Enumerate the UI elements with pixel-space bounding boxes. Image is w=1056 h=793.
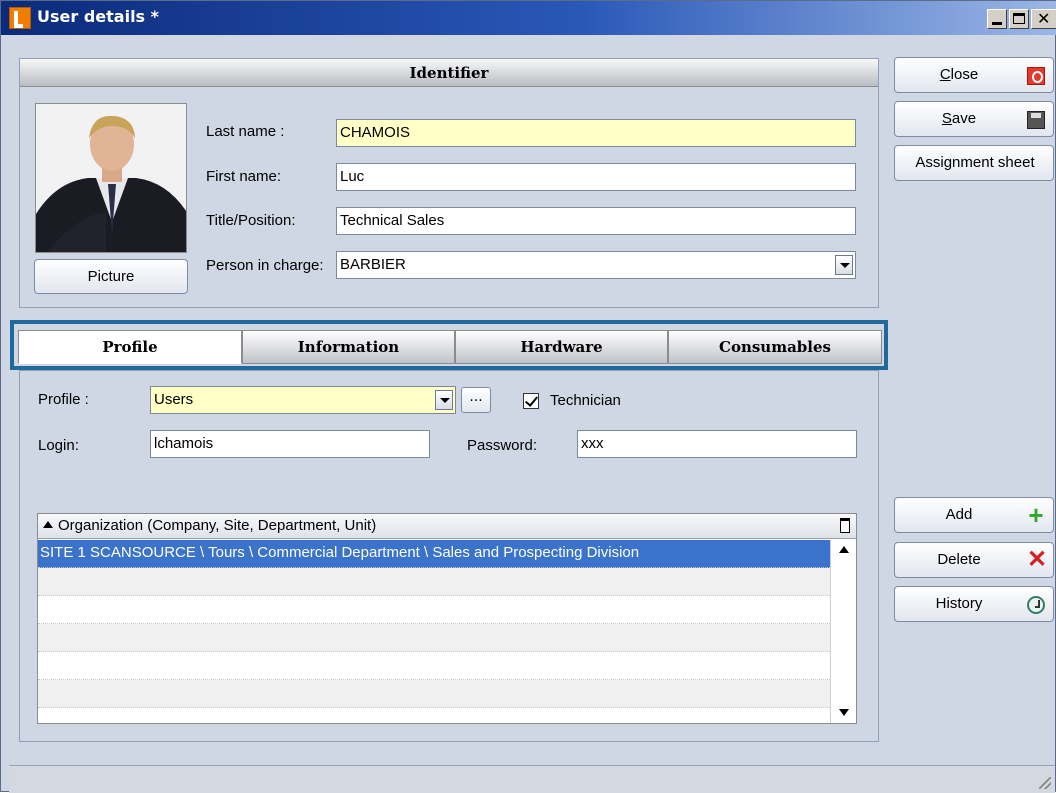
maximize-icon <box>1013 13 1025 24</box>
history-button-label: History <box>935 595 983 612</box>
password-label: Password: <box>467 437 538 454</box>
save-button[interactable]: Save <box>894 101 1054 137</box>
first-name-label: First name: <box>206 168 282 185</box>
title-position-label: Title/Position: <box>206 212 296 229</box>
resize-grip-icon[interactable] <box>1039 777 1051 789</box>
profile-select[interactable]: Users <box>150 386 456 414</box>
login-label: Login: <box>38 437 79 454</box>
table-row[interactable] <box>38 708 830 723</box>
tab-information[interactable]: Information <box>242 330 455 364</box>
table-row[interactable] <box>38 652 830 680</box>
assignment-sheet-label: Assignment sheet <box>915 154 1035 171</box>
technician-checkbox[interactable] <box>523 393 539 409</box>
table-row[interactable]: SITE 1 SCANSOURCE \ Tours \ Commercial D… <box>38 540 830 568</box>
save-button-label: Save <box>895 102 1023 136</box>
portrait-image <box>36 104 186 252</box>
person-in-charge-value: BARBIER <box>340 256 406 273</box>
identifier-header: Identifier <box>20 59 878 87</box>
minimize-button[interactable] <box>987 9 1007 29</box>
title-bar[interactable]: User details * ✕ <box>1 1 1056 35</box>
window-close-button[interactable]: ✕ <box>1031 9 1056 29</box>
person-in-charge-select[interactable]: BARBIER <box>336 251 856 279</box>
user-photo <box>35 103 187 253</box>
scroll-up-icon[interactable] <box>839 546 849 553</box>
tab-bar: Profile Information Hardware Consumables <box>10 320 888 370</box>
close-button[interactable]: Close <box>894 57 1054 93</box>
x-icon: ✕ <box>1027 546 1048 573</box>
delete-button[interactable]: Delete ✕ <box>894 542 1054 578</box>
tab-consumables[interactable]: Consumables <box>668 330 882 364</box>
history-clock-icon <box>1027 596 1045 614</box>
picture-button[interactable]: Picture <box>34 259 188 294</box>
title-position-field[interactable]: Technical Sales <box>336 207 856 235</box>
organization-table: Organization (Company, Site, Department,… <box>37 513 857 724</box>
last-name-field[interactable]: CHAMOIS <box>336 119 856 147</box>
column-chooser-icon[interactable] <box>840 518 850 533</box>
scroll-down-icon[interactable] <box>839 709 849 716</box>
plus-icon: + <box>1028 500 1044 530</box>
organization-rows: SITE 1 SCANSOURCE \ Tours \ Commercial D… <box>38 540 830 723</box>
maximize-button[interactable] <box>1009 9 1029 29</box>
floppy-disk-icon <box>1027 111 1045 129</box>
save-accel-letter: S <box>941 110 952 127</box>
close-button-label: Close <box>895 58 1023 92</box>
close-icon: ✕ <box>1037 9 1051 28</box>
chevron-down-icon[interactable] <box>835 255 853 275</box>
sort-ascending-icon <box>43 521 53 528</box>
table-row[interactable] <box>38 596 830 624</box>
profile-value: Users <box>154 391 194 408</box>
table-row[interactable] <box>38 568 830 596</box>
organization-column-header[interactable]: Organization (Company, Site, Department,… <box>38 514 856 539</box>
technician-label: Technician <box>550 392 621 409</box>
minimize-icon <box>992 22 1002 25</box>
password-field[interactable]: xxx <box>577 430 857 458</box>
save-label-rest: ave <box>951 110 977 127</box>
profile-label: Profile : <box>38 391 89 408</box>
identifier-panel: Identifier Picture Last name : CHAMOIS F… <box>19 58 879 308</box>
first-name-field[interactable]: Luc <box>336 163 856 191</box>
assignment-sheet-button[interactable]: Assignment sheet <box>894 145 1054 181</box>
status-bar <box>9 765 1055 793</box>
person-in-charge-label: Person in charge: <box>206 257 324 274</box>
close-accel-letter: C <box>939 66 951 83</box>
vertical-scrollbar[interactable] <box>830 540 856 723</box>
app-logo-icon <box>9 7 31 29</box>
login-field[interactable]: lchamois <box>150 430 430 458</box>
tab-hardware[interactable]: Hardware <box>455 330 668 364</box>
add-button[interactable]: Add + <box>894 497 1054 533</box>
close-power-icon <box>1027 67 1045 85</box>
add-button-label: Add <box>945 506 973 523</box>
table-row[interactable] <box>38 624 830 652</box>
organization-header-label: Organization (Company, Site, Department,… <box>58 517 377 534</box>
last-name-label: Last name : <box>206 123 285 140</box>
close-label-rest: lose <box>950 66 979 83</box>
table-row[interactable] <box>38 680 830 708</box>
chevron-down-icon[interactable] <box>435 390 453 410</box>
window-title: User details * <box>37 7 160 26</box>
profile-browse-button[interactable]: ... <box>461 387 491 413</box>
user-details-window: User details * ✕ Identifier Picture Last… <box>0 0 1056 793</box>
delete-button-label: Delete <box>937 551 981 568</box>
tab-profile[interactable]: Profile <box>18 330 242 364</box>
history-button[interactable]: History <box>894 586 1054 622</box>
